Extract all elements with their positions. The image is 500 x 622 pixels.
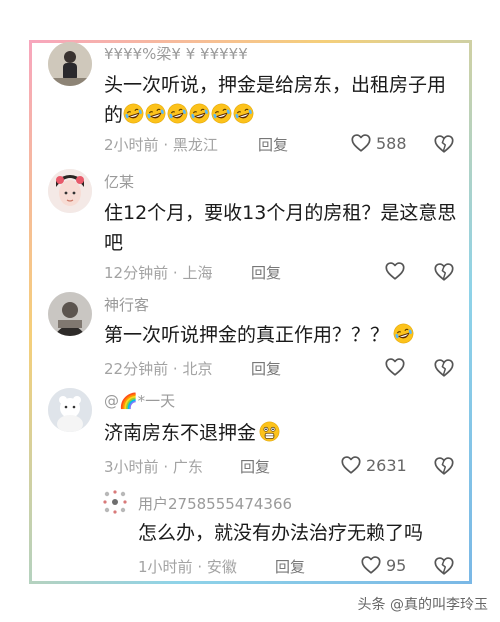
location: 广东	[172, 458, 203, 476]
broken-heart-icon[interactable]	[433, 455, 455, 477]
username[interactable]: @🌈*一天	[104, 390, 175, 411]
avatar[interactable]	[48, 169, 92, 213]
reply-button[interactable]: 回复	[251, 358, 281, 379]
separator: ·	[163, 136, 169, 154]
watermark: 头条 @真的叫李玲玉	[357, 597, 488, 613]
rolling-laughing-emoji-icon	[393, 323, 414, 344]
rolling-laughing-emoji-icon	[211, 103, 232, 124]
broken-heart-icon[interactable]	[433, 357, 455, 379]
like-button[interactable]	[384, 356, 410, 378]
reply-button[interactable]: 回复	[275, 556, 305, 577]
separator: ·	[197, 558, 203, 576]
separator: ·	[163, 458, 169, 476]
rolling-laughing-emoji-icon	[189, 103, 210, 124]
comment-meta: 1小时前 · 安徽	[138, 556, 237, 577]
shocked-emoji-icon	[259, 421, 280, 442]
heart-outline-icon	[360, 554, 382, 576]
comment-text-body: 济南房东不退押金	[104, 422, 257, 444]
rolling-laughing-emoji-icon	[167, 103, 188, 124]
timestamp: 2小时前	[104, 136, 159, 154]
avatar[interactable]	[48, 292, 92, 336]
like-count: 95	[386, 555, 407, 575]
heart-outline-icon	[340, 454, 362, 476]
like-button[interactable]	[384, 260, 410, 282]
comment-meta: 22分钟前 · 北京	[104, 358, 212, 379]
like-button[interactable]: 2631	[340, 454, 407, 476]
reply-button[interactable]: 回复	[258, 134, 288, 155]
location: 安徽	[206, 558, 237, 576]
rolling-laughing-emoji-icon	[233, 103, 254, 124]
location: 上海	[182, 264, 213, 282]
reply-button[interactable]: 回复	[240, 456, 270, 477]
like-button[interactable]: 588	[350, 132, 407, 154]
comment-text: 第一次听说押金的真正作用？？？	[104, 320, 460, 350]
username[interactable]: 神行客	[104, 294, 149, 315]
comment-text-body: 第一次听说押金的真正作用？？？	[104, 324, 390, 346]
location: 黑龙江	[172, 136, 218, 154]
comment-text: 怎么办，就没有办法治疗无赖了吗	[138, 522, 424, 544]
avatar[interactable]	[48, 388, 92, 432]
broken-heart-icon[interactable]	[433, 261, 455, 283]
timestamp: 3小时前	[104, 458, 159, 476]
comment-text: 济南房东不退押金	[104, 418, 460, 448]
like-count: 588	[376, 133, 407, 153]
username[interactable]: 亿某	[104, 171, 134, 192]
heart-outline-icon	[350, 132, 372, 154]
comment-meta: 2小时前 · 黑龙江	[104, 134, 218, 155]
separator: ·	[172, 360, 178, 378]
avatar[interactable]	[100, 487, 130, 517]
heart-outline-icon	[384, 356, 406, 378]
avatar[interactable]	[48, 42, 92, 86]
username[interactable]: 用户2758555474366	[138, 493, 292, 514]
heart-outline-icon	[384, 260, 406, 282]
timestamp: 22分钟前	[104, 360, 169, 378]
like-count: 2631	[366, 455, 407, 475]
comment-text: 头一次听说，押金是给房东，出租房子用的	[104, 70, 460, 130]
rolling-laughing-emoji-icon	[123, 103, 144, 124]
location: 北京	[182, 360, 213, 378]
comment-meta: 3小时前 · 广东	[104, 456, 203, 477]
timestamp: 12分钟前	[104, 264, 169, 282]
comment-text: 住12个月，要收13个月的房租？是这意思吧	[104, 202, 457, 254]
broken-heart-icon[interactable]	[433, 555, 455, 577]
like-button[interactable]: 95	[360, 554, 406, 576]
username[interactable]: ¥¥¥¥%梁¥ ¥ ¥¥¥¥¥	[104, 43, 248, 64]
timestamp: 1小时前	[138, 558, 193, 576]
reply-button[interactable]: 回复	[251, 262, 281, 283]
laugh-emoji-row	[123, 104, 255, 126]
separator: ·	[172, 264, 178, 282]
comment-meta: 12分钟前 · 上海	[104, 262, 212, 283]
rolling-laughing-emoji-icon	[145, 103, 166, 124]
broken-heart-icon[interactable]	[433, 133, 455, 155]
